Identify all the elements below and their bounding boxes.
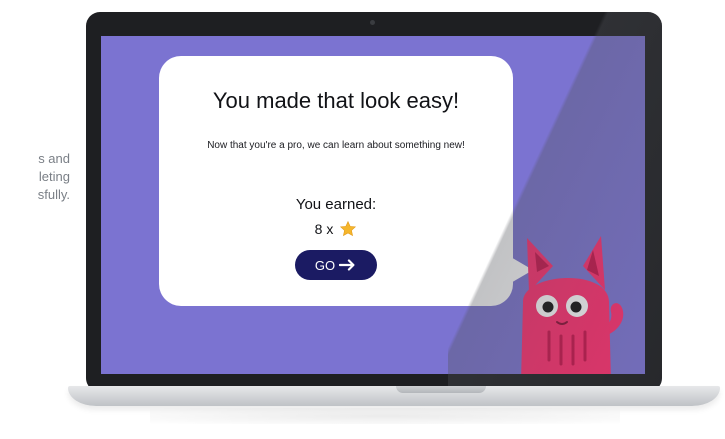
earned-label: You earned: [295, 196, 377, 213]
star-icon [340, 220, 357, 237]
laptop-base-notch [396, 386, 486, 393]
reward-count: 8 x [314, 221, 334, 237]
webcam-icon [370, 20, 375, 25]
success-dialog: You made that look easy! Now that you're… [159, 56, 513, 306]
reward-row: 8 x [159, 220, 513, 238]
dialog-message: Now that you're a pro, we can learn abou… [207, 140, 465, 151]
side-caption-line-1: s and [38, 151, 70, 166]
go-button-label: GO [314, 257, 336, 273]
app-screen: You made that look easy! Now that you're… [101, 36, 645, 374]
go-button[interactable]: GO [295, 250, 377, 280]
side-caption-line-3: sfully. [37, 187, 70, 202]
laptop-base [68, 386, 720, 406]
side-caption-line-2: leting [38, 169, 70, 184]
laptop-shadow [150, 408, 620, 424]
pink-cat-mascot-icon [521, 236, 624, 374]
arrow-right-icon [339, 259, 355, 271]
side-caption-text: s and leting sfully. [0, 150, 70, 204]
dialog-title: You made that look easy! [212, 88, 460, 113]
